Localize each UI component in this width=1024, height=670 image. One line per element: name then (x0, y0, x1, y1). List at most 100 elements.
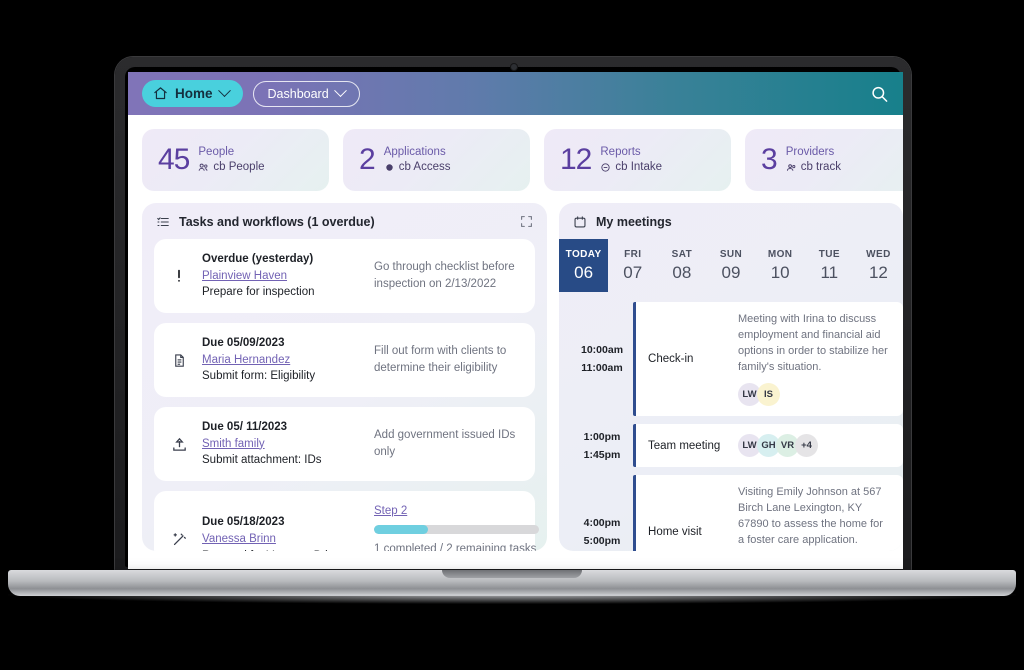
dashboard-button[interactable]: Dashboard (252, 80, 360, 107)
expand-icon[interactable] (520, 215, 533, 228)
meeting-card[interactable]: Home visit Visiting Emily Johnson at 567… (633, 475, 903, 551)
meeting-card[interactable]: Team meeting LW GH VR +4 (633, 424, 903, 468)
day-name: TUE (818, 249, 840, 260)
day-name: FRI (624, 249, 642, 260)
task-description: Fill out form with clients to determine … (374, 344, 507, 375)
stat-card-applications[interactable]: 2 Applications cb Access (343, 129, 530, 191)
meeting-time: 4:00pm 5:00pm (571, 475, 633, 551)
tasks-panel-header: Tasks and workflows (1 overdue) (142, 203, 547, 239)
stat-value: 45 (158, 143, 190, 176)
day-name: SAT (671, 249, 693, 260)
chevron-down-icon (217, 84, 231, 98)
tasks-panel-title: Tasks and workflows (1 overdue) (179, 215, 375, 229)
day-tab-today[interactable]: TODAY 06 (559, 239, 609, 293)
stat-card-people[interactable]: 45 People cb People (142, 129, 329, 191)
alert-icon (168, 267, 190, 285)
day-selector: TODAY 06 FRI 07 SAT 08 SUN 09 MON 10 TUE… (559, 239, 903, 293)
task-row[interactable]: Due 05/18/2023 Vanessa Brinn Renewal for… (154, 491, 539, 551)
meeting-row[interactable]: 1:00pm 1:45pm Team meeting LW GH VR +4 (571, 424, 903, 468)
meetings-panel-title: My meetings (596, 215, 672, 229)
day-date: 08 (672, 263, 692, 282)
avatar-group: LW GH VR +4 (738, 434, 891, 458)
search-icon[interactable] (870, 84, 889, 103)
meeting-title: Team meeting (648, 439, 721, 452)
dashboard-label: Dashboard (267, 86, 329, 101)
meeting-description: Meeting with Irina to discuss employment… (738, 313, 888, 374)
stat-card-row: 45 People cb People 2 Applications cb Ac… (128, 125, 903, 191)
avatar[interactable]: IS (757, 383, 781, 407)
stat-card-providers[interactable]: 3 Providers cb track (745, 129, 903, 191)
progress-bar-fill (374, 525, 429, 535)
day-name: WED (866, 249, 891, 260)
task-action: Prepare for inspection (202, 286, 315, 299)
meeting-description: Visiting Emily Johnson at 567 Birch Lane… (738, 486, 883, 546)
step-link[interactable]: Step 2 (374, 503, 539, 520)
meeting-end: 1:45pm (583, 448, 621, 461)
task-action: Submit attachment: IDs (202, 454, 322, 467)
home-button[interactable]: Home (142, 80, 243, 107)
task-row[interactable]: Overdue (yesterday) Plainview Haven Prep… (154, 239, 536, 314)
laptop-base (8, 570, 1016, 604)
day-date: 10 (770, 263, 790, 282)
task-subject-link[interactable]: Smith family (202, 436, 362, 453)
progress-bar (374, 525, 539, 535)
stat-sublabel: cb track (786, 161, 841, 174)
chevron-down-icon (333, 84, 347, 98)
progress-text: 1 completed / 2 remaining tasks in this … (374, 543, 537, 551)
meeting-start: 4:00pm (583, 517, 621, 530)
stat-label: People (198, 146, 235, 159)
meeting-title: Home visit (648, 526, 702, 539)
day-date: 12 (868, 263, 888, 282)
task-subject-link[interactable]: Maria Hernandez (202, 352, 362, 369)
people-icon (198, 162, 209, 173)
meetings-panel: My meetings TODAY 06 FRI 07 SAT 08 SUN 0… (559, 203, 903, 551)
day-tab-wed[interactable]: WED 12 (854, 239, 903, 292)
day-date: 11 (820, 263, 839, 282)
meeting-list: 10:00am 11:00am Check-in Meeting with Ir… (559, 292, 903, 551)
task-subject-link[interactable]: Plainview Haven (202, 268, 362, 285)
meeting-end: 5:00pm (583, 535, 621, 548)
document-icon (168, 352, 190, 369)
task-subject-link[interactable]: Vanessa Brinn (202, 531, 362, 548)
meeting-card[interactable]: Check-in Meeting with Irina to discuss e… (633, 302, 903, 417)
task-progress-block: Step 2 1 completed / 2 remaining tasks i… (374, 503, 539, 551)
task-row[interactable]: Due 05/09/2023 Maria Hernandez Submit fo… (154, 323, 536, 398)
stat-label: Reports (600, 146, 641, 159)
day-date: 06 (574, 263, 594, 282)
stat-card-reports[interactable]: 12 Reports cb Intake (544, 129, 731, 191)
avatar-overflow[interactable]: +4 (795, 434, 819, 458)
task-due: Due 05/18/2023 (202, 516, 285, 529)
stat-value: 2 (359, 143, 376, 176)
magic-wand-icon (168, 531, 190, 548)
panel-row: Tasks and workflows (1 overdue) Overdue … (128, 191, 903, 551)
stat-sublabel: cb People (198, 161, 265, 174)
task-due: Overdue (yesterday) (202, 253, 314, 265)
meeting-title: Check-in (648, 353, 694, 366)
stat-sub-text: cb track (800, 161, 841, 173)
stat-sub-text: cb People (213, 161, 265, 173)
task-action: Submit form: Eligibility (202, 370, 316, 383)
screenshot-stage: Home Dashboard 45 People cb People 2 App… (0, 0, 1024, 670)
day-name: MON (767, 249, 793, 260)
stat-sublabel: cb Access (384, 161, 450, 174)
webcam-icon (511, 64, 517, 70)
app-body: 45 People cb People 2 Applications cb Ac… (128, 115, 903, 569)
day-tab-sun[interactable]: SUN 09 (706, 239, 755, 292)
task-action: Renewal for Vanessa Brinn (202, 548, 362, 551)
app-header: Home Dashboard (128, 72, 903, 115)
home-icon (153, 86, 168, 101)
avatar-group: LW IS (738, 383, 891, 407)
meeting-start: 1:00pm (583, 430, 621, 443)
meeting-row[interactable]: 4:00pm 5:00pm Home visit Visiting Emily … (571, 475, 903, 551)
stat-sub-text: cb Intake (615, 161, 663, 173)
stat-value: 12 (560, 143, 592, 176)
day-tab-sat[interactable]: SAT 08 (657, 239, 706, 292)
day-tab-fri[interactable]: FRI 07 (608, 239, 657, 292)
meeting-time: 10:00am 11:00am (571, 302, 633, 416)
upload-icon (168, 436, 190, 453)
day-tab-mon[interactable]: MON 10 (756, 239, 805, 292)
task-row[interactable]: Due 05/ 11/2023 Smith family Submit atta… (154, 407, 536, 482)
day-tab-tue[interactable]: TUE 11 (805, 239, 854, 292)
meeting-end: 11:00am (581, 362, 623, 375)
meeting-row[interactable]: 10:00am 11:00am Check-in Meeting with Ir… (571, 302, 903, 417)
